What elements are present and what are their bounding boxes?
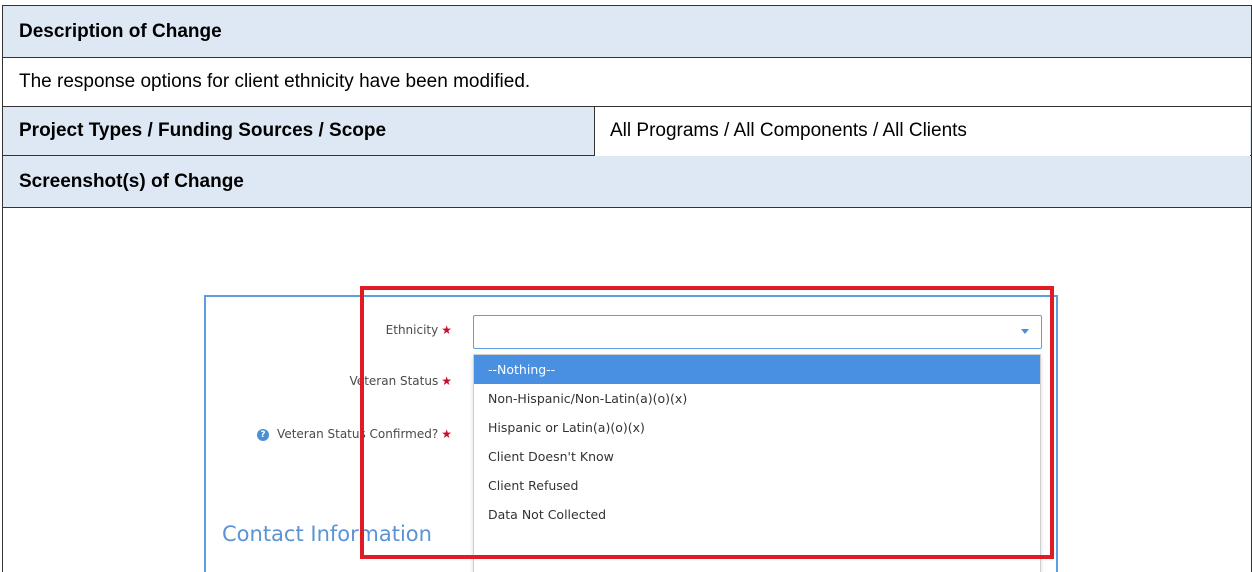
scope-value-cell: All Programs / All Components / All Clie… bbox=[595, 107, 1250, 156]
red-highlight-box bbox=[360, 286, 1054, 559]
description-row: The response options for client ethnicit… bbox=[3, 58, 1251, 107]
description-header-row: Description of Change bbox=[3, 6, 1251, 58]
change-table: Description of Change The response optio… bbox=[2, 5, 1252, 572]
screenshots-row: Ethnicity ★ Veteran Status ★ ? Veteran Stat… bbox=[3, 208, 1251, 572]
scope-value: All Programs / All Components / All Clie… bbox=[610, 120, 967, 141]
description-header: Description of Change bbox=[19, 21, 222, 42]
screenshots-header-row: Screenshot(s) of Change bbox=[3, 156, 1251, 208]
scope-row: Project Types / Funding Sources / Scope … bbox=[3, 107, 1251, 156]
screenshots-header: Screenshot(s) of Change bbox=[19, 171, 244, 192]
scope-header: Project Types / Funding Sources / Scope bbox=[19, 120, 387, 141]
description-text: The response options for client ethnicit… bbox=[19, 71, 531, 92]
help-icon[interactable]: ? bbox=[257, 428, 270, 441]
